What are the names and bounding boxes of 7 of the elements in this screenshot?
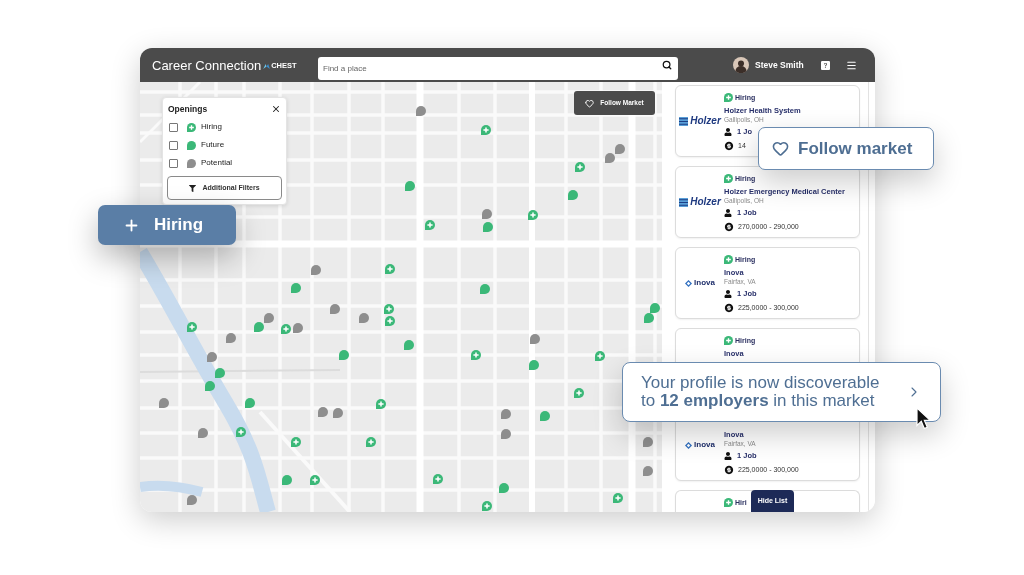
logo-text: Inova xyxy=(694,441,715,449)
logo-text: Holzer xyxy=(690,197,721,207)
notice-text: Your profile is now discoverable to 12 employers in this market xyxy=(641,374,881,410)
logo-text: Inova xyxy=(694,279,715,287)
app-title: Career Connection xyxy=(152,58,262,72)
logo-text: Holzer xyxy=(690,116,721,126)
panel-title: Openings xyxy=(168,104,208,114)
